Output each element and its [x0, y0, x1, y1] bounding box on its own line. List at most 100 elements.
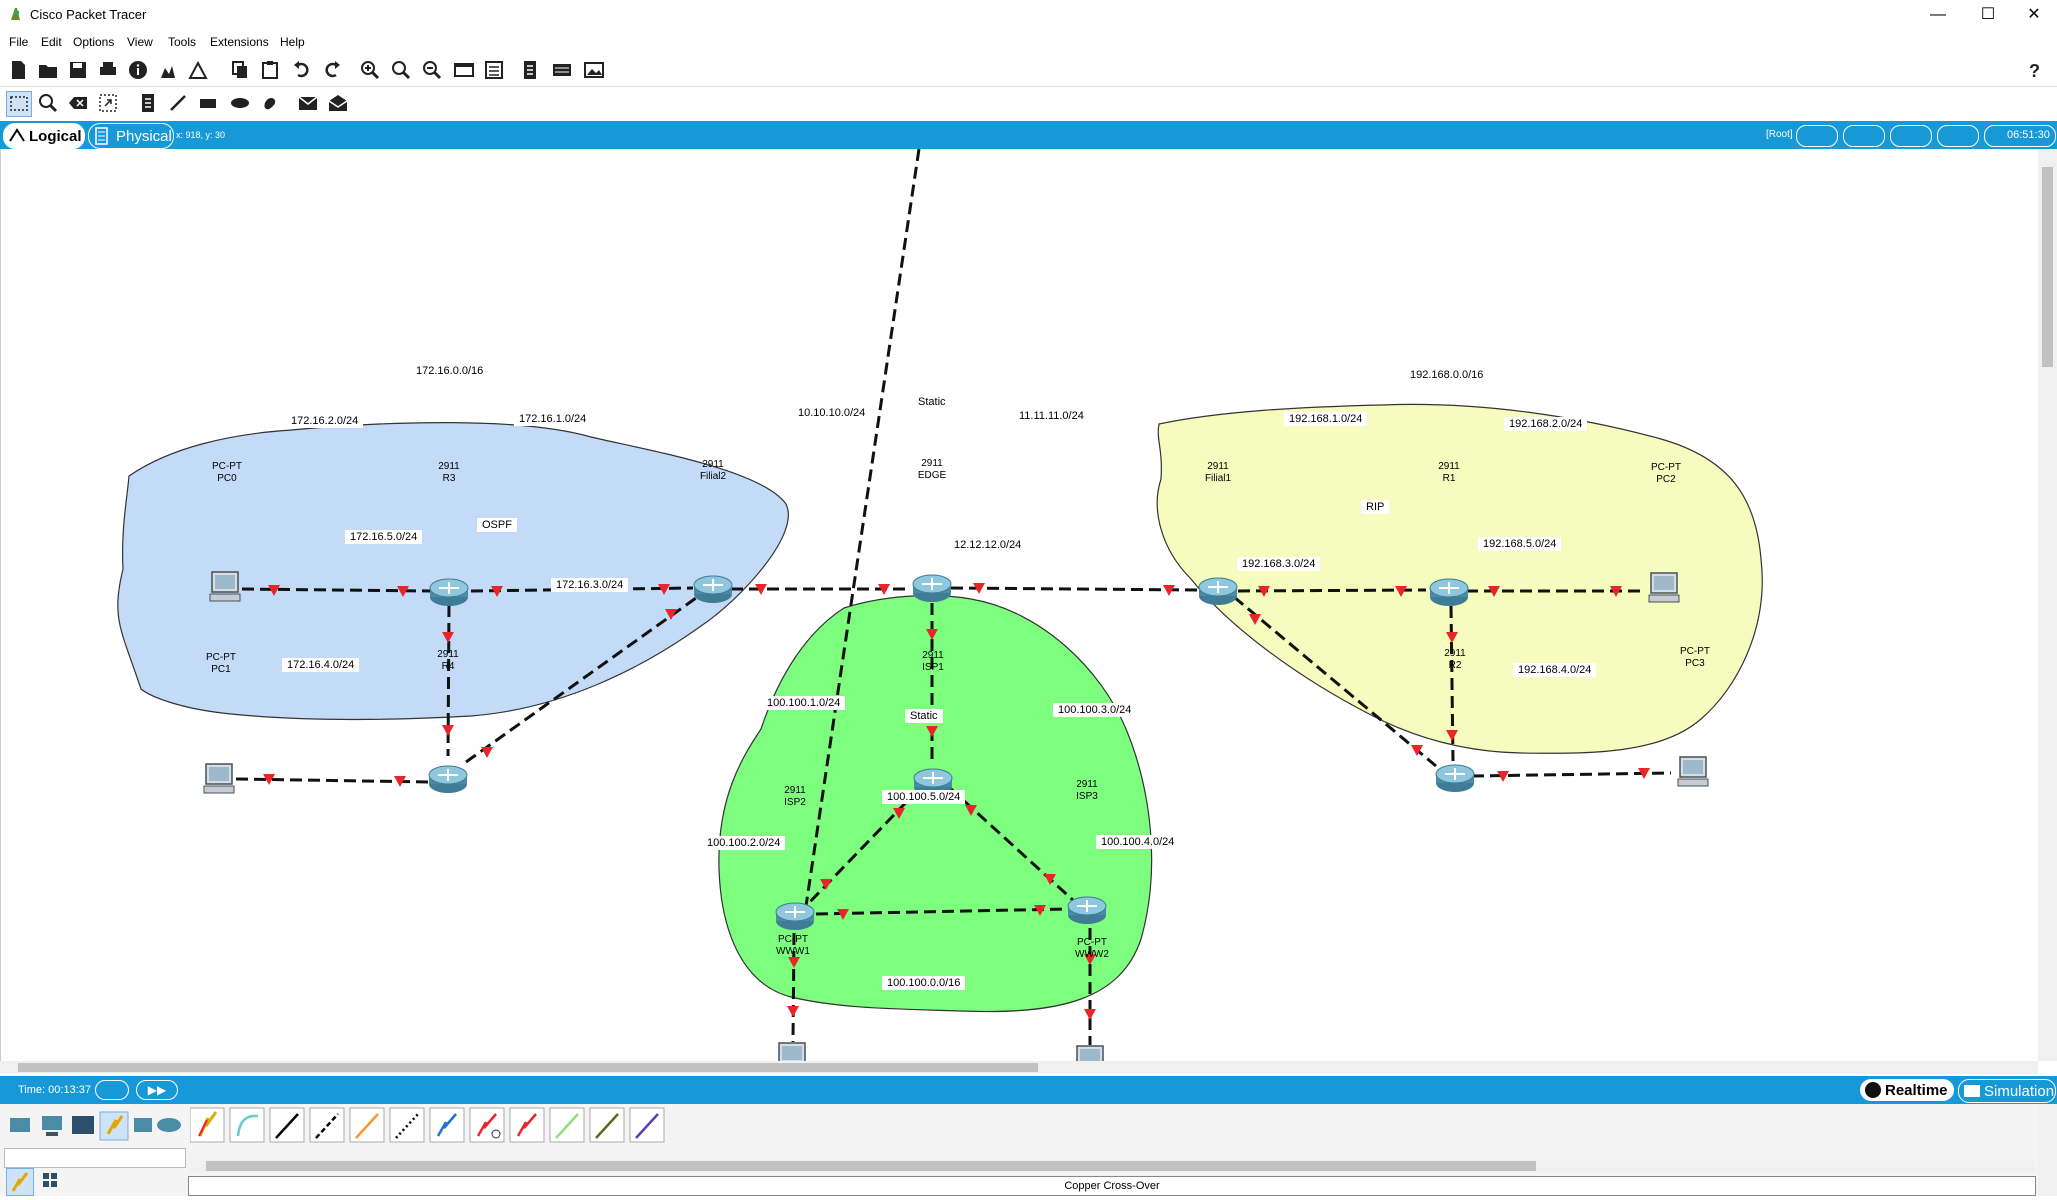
drawing-palette-icon[interactable]: [452, 58, 476, 82]
device-label-isp3[interactable]: 2911 ISP3: [1076, 779, 1098, 803]
device-name: WWW2: [1075, 949, 1109, 960]
fiber-icon: [349, 1107, 385, 1143]
viewport-button[interactable]: [1890, 125, 1932, 147]
root-label: [Root]: [1766, 129, 1793, 140]
device-panel-scroll-thumb[interactable]: [206, 1161, 1536, 1171]
resize-shape-icon[interactable]: [96, 91, 120, 115]
connection-type-icon[interactable]: [6, 1168, 34, 1196]
environment-button[interactable]: [1937, 125, 1979, 147]
device-label-www2[interactable]: PC-PT WWW2: [1075, 937, 1109, 961]
menu-tools[interactable]: Tools: [168, 35, 196, 49]
undo-icon[interactable]: [290, 58, 314, 82]
tab-physical[interactable]: Physical: [88, 123, 174, 149]
open-folder-icon[interactable]: [36, 58, 60, 82]
device-label-filial2[interactable]: 2911 Filial2: [700, 459, 726, 483]
horizontal-scrollbar[interactable]: [0, 1061, 2038, 1074]
navigation-button[interactable]: [1796, 125, 1838, 147]
vertical-scroll-thumb[interactable]: [2042, 167, 2053, 367]
realtime-label: Realtime: [1885, 1081, 1948, 1099]
device-label-www1[interactable]: PC-PT WWW1: [776, 934, 810, 958]
router-isp3-icon: [1067, 896, 1107, 925]
simulation-label: Simulation: [1984, 1082, 2055, 1100]
pdu-list-icon[interactable]: [550, 58, 574, 82]
device-panel-vertical-scrollbar[interactable]: [2038, 1104, 2057, 1196]
device-label-r4[interactable]: 2911 R4: [437, 649, 459, 673]
paste-icon[interactable]: [258, 58, 282, 82]
simulation-mode-button[interactable]: Simulation: [1958, 1079, 2056, 1103]
activity-wizard-icon[interactable]: [186, 58, 210, 82]
freeform-icon[interactable]: [258, 91, 282, 115]
device-label-r2[interactable]: 2911 R2: [1444, 648, 1466, 672]
horizontal-scroll-thumb[interactable]: [18, 1063, 1038, 1072]
link-label: 172.16.1.0/24: [514, 412, 592, 426]
place-note-icon[interactable]: [136, 91, 160, 115]
device-panel-scrollbar[interactable]: [190, 1160, 2035, 1172]
device-label-pc2[interactable]: PC-PT PC2: [1651, 462, 1681, 486]
new-file-icon[interactable]: [6, 58, 30, 82]
menu-options[interactable]: Options: [73, 35, 114, 49]
print-icon[interactable]: [96, 58, 120, 82]
redo-icon[interactable]: [320, 58, 344, 82]
vertical-scrollbar[interactable]: [2038, 149, 2057, 1061]
draw-line-icon[interactable]: [166, 91, 190, 115]
copy-icon[interactable]: [228, 58, 252, 82]
help-icon[interactable]: ?: [2022, 58, 2046, 82]
network-info-icon[interactable]: [156, 58, 180, 82]
auto-connection-icon: [189, 1107, 225, 1143]
zoom-in-icon[interactable]: [358, 58, 382, 82]
close-button[interactable]: ✕: [2011, 0, 2057, 30]
notes-icon[interactable]: [518, 58, 542, 82]
select-tool-icon[interactable]: [6, 91, 32, 117]
components-icon: [72, 1116, 94, 1134]
device-search-field[interactable]: [4, 1148, 186, 1168]
device-label-r3[interactable]: 2911 R3: [438, 461, 460, 485]
inspect-icon[interactable]: [36, 91, 60, 115]
simulation-bar: Time: 00:13:37 ▶▶ Realtime Simulation: [0, 1076, 2057, 1104]
pc0-icon: [209, 571, 241, 602]
device-type: 2911: [437, 649, 459, 660]
iot-cable-icon: [589, 1107, 625, 1143]
maximize-button[interactable]: ☐: [1965, 0, 2011, 30]
device-label-r1[interactable]: 2911 R1: [1438, 461, 1460, 485]
device-label-filial1[interactable]: 2911 Filial1: [1205, 461, 1231, 485]
draw-ellipse-icon[interactable]: [228, 91, 252, 115]
save-icon[interactable]: [66, 58, 90, 82]
title-bar: Cisco Packet Tracer — ☐ ✕: [0, 0, 2057, 30]
menu-extensions[interactable]: Extensions: [210, 35, 269, 49]
custom-devices-icon[interactable]: [482, 58, 506, 82]
router-r2-icon: [1435, 764, 1475, 793]
menu-edit[interactable]: Edit: [41, 35, 62, 49]
screenshot-icon[interactable]: [582, 58, 606, 82]
device-type: PC-PT: [1076, 937, 1107, 948]
fast-forward-icon[interactable]: ▶▶: [136, 1080, 178, 1100]
logical-workspace-canvas[interactable]: 172.16.0.0/16 OSPF 100.100.0.0/16 Static…: [0, 149, 2039, 1061]
device-label-pc0[interactable]: PC-PT PC0: [212, 461, 242, 485]
menu-view[interactable]: View: [127, 35, 153, 49]
device-label-edge[interactable]: 2911 EDGE: [918, 458, 946, 482]
device-label-pc1[interactable]: PC-PT PC1: [206, 652, 236, 676]
zoom-out-icon[interactable]: [420, 58, 444, 82]
device-label-isp2[interactable]: 2911 ISP2: [784, 785, 806, 809]
device-label-pc3[interactable]: PC-PT PC3: [1680, 646, 1710, 670]
set-tiled-background-icon[interactable]: [1843, 125, 1885, 147]
tab-logical[interactable]: Logical: [3, 123, 85, 149]
add-simple-pdu-icon[interactable]: [296, 91, 320, 115]
device-label-isp1[interactable]: 2911 ISP1: [922, 650, 944, 674]
realtime-mode-button[interactable]: Realtime: [1860, 1079, 1954, 1101]
delete-icon[interactable]: [66, 91, 90, 115]
link-label: 172.16.4.0/24: [282, 658, 360, 672]
minimize-button[interactable]: —: [1915, 0, 1961, 30]
tab-physical-label: Physical: [116, 127, 172, 145]
device-type: 2911: [1438, 461, 1460, 472]
reset-time-icon[interactable]: [95, 1080, 129, 1100]
router-isp2-icon: [775, 902, 815, 931]
device-name: R1: [1442, 473, 1456, 484]
grid-view-icon[interactable]: [40, 1170, 60, 1190]
device-name: Filial2: [699, 471, 727, 482]
menu-help[interactable]: Help: [280, 35, 305, 49]
menu-file[interactable]: File: [9, 35, 28, 49]
info-icon[interactable]: [126, 58, 150, 82]
add-complex-pdu-icon[interactable]: [326, 91, 350, 115]
zoom-reset-icon[interactable]: [389, 58, 413, 82]
draw-rectangle-icon[interactable]: [196, 91, 220, 115]
